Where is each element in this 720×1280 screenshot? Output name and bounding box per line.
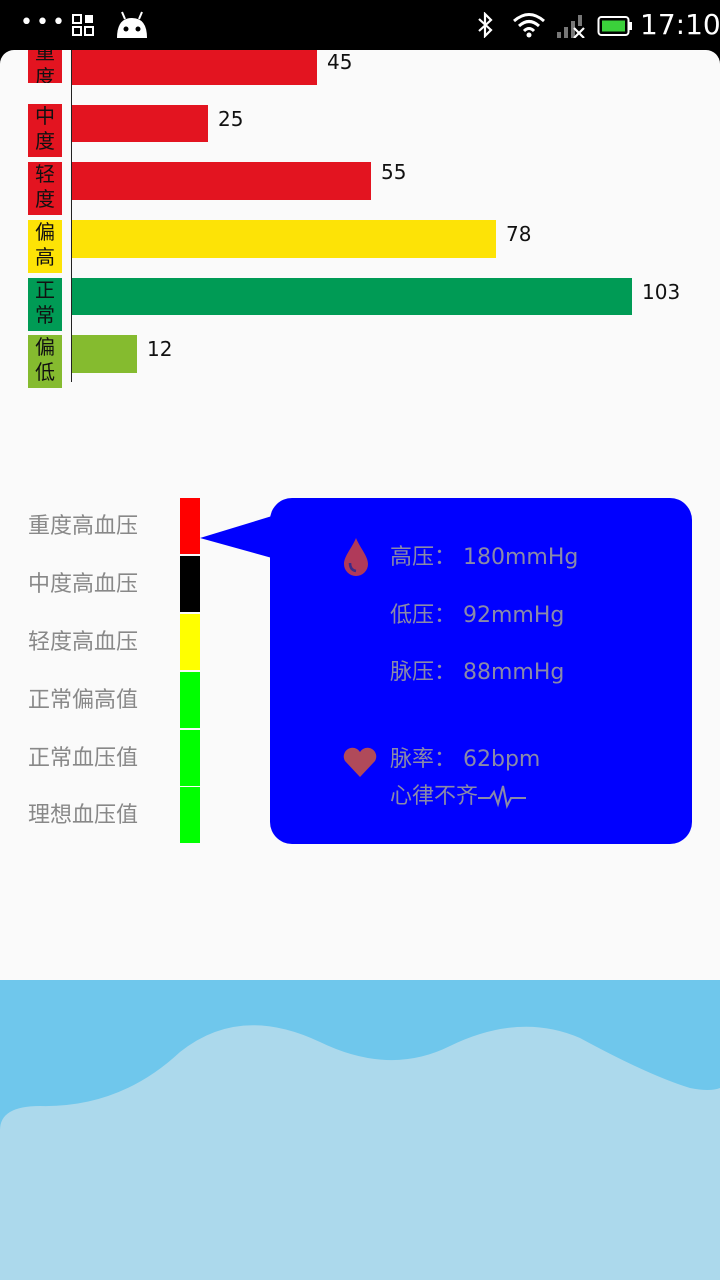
diastolic-text: 低压： 92mmHg [390,603,565,628]
legend-swatch [180,787,200,843]
category-label: 重 度 [28,50,62,83]
bar-chart: 重 度 45 中 度 25 轻 度 55 偏 高 78 正 常 103 偏 低 12 [0,50,720,390]
rhythm-row: 心律不齐 [390,782,527,812]
main-panel: 重 度 45 中 度 25 轻 度 55 偏 高 78 正 常 103 偏 低 12 重度高血压中度高… [0,50,720,1280]
category-label: 轻 度 [28,162,62,215]
pulse-rate-text: 脉率： 62bpm [390,747,541,772]
category-label: 偏 低 [28,335,62,388]
bar [72,50,317,85]
legend-swatch [180,730,200,786]
bubble-tail [200,516,272,558]
legend-swatch [180,498,200,554]
bar-value-label: 12 [147,337,173,361]
legend-label: 重度高血压 [28,514,139,539]
signal-icon [557,15,585,38]
blood-drop-icon [344,538,368,576]
legend-label: 正常偏高值 [28,688,139,713]
android-icon [117,11,147,38]
bar-value-label: 25 [218,107,244,131]
chart-axis-line [71,50,72,382]
status-bar: ••• 17:10 [0,0,720,50]
legend-label: 正常血压值 [28,746,139,771]
pulse-pressure-text: 脉压： 88mmHg [390,660,565,685]
legend-swatch [180,556,200,612]
bar-value-label: 103 [642,280,681,304]
bar [72,278,632,315]
systolic-text: 高压： 180mmHg [390,545,579,570]
category-label: 偏 高 [28,220,62,273]
legend-label: 中度高血压 [28,572,139,597]
legend-label: 理想血压值 [28,803,139,828]
wifi-icon [513,13,545,38]
legend-label: 轻度高血压 [28,630,139,655]
bar-value-label: 55 [381,160,407,184]
battery-icon [597,16,632,36]
ecg-icon [478,785,527,810]
more-dots-icon: ••• [20,10,68,35]
bar [72,162,371,200]
bluetooth-icon [478,12,493,38]
bar [72,335,137,373]
status-time: 17:10 [640,8,720,41]
heart-icon [343,747,377,777]
wave-decoration [0,980,720,1280]
category-label: 中 度 [28,104,62,157]
bar [72,220,496,258]
bar-value-label: 45 [327,50,353,74]
bar-value-label: 78 [506,222,532,246]
bar [72,105,208,142]
category-label: 正 常 [28,278,62,331]
legend-swatch [180,672,200,728]
legend-swatch [180,614,200,670]
rhythm-text: 心律不齐 [390,784,479,809]
grid-icon [72,14,94,36]
